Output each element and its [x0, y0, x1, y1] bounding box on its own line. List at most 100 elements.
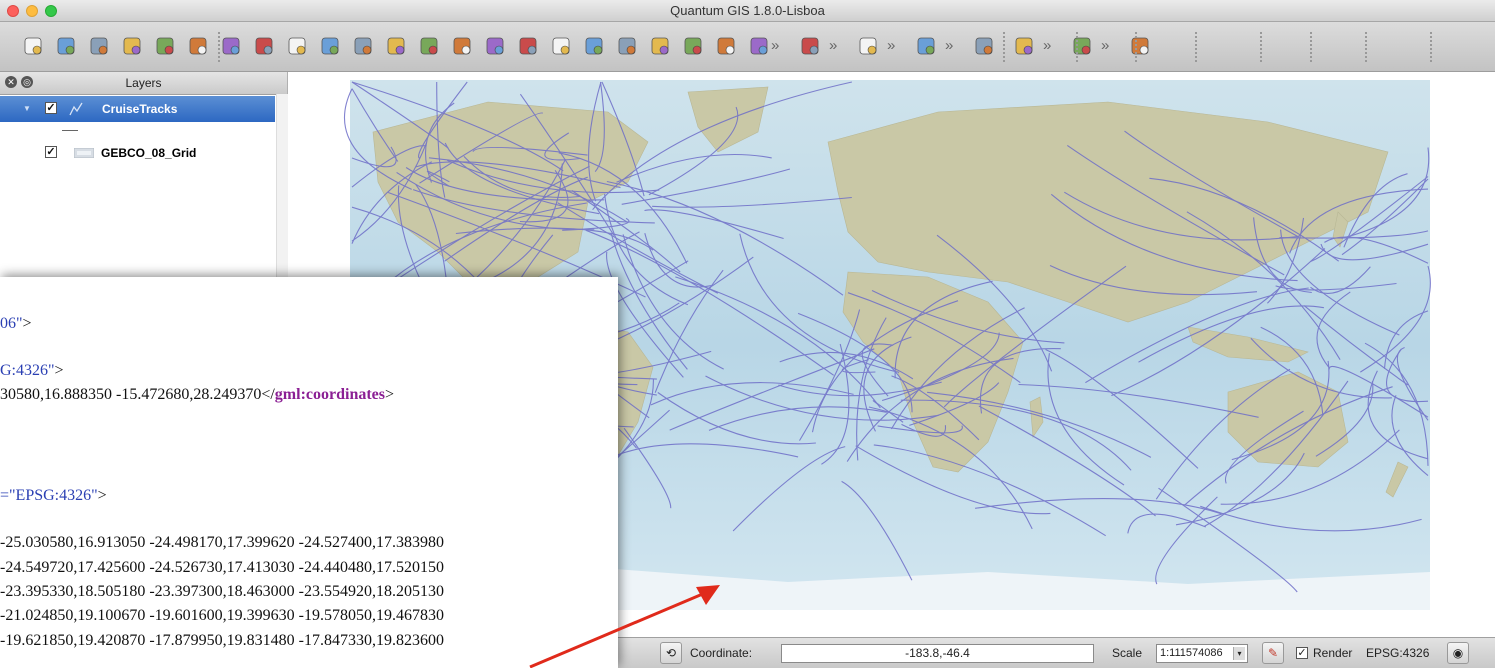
- pan-map-icon[interactable]: [855, 33, 881, 59]
- layer-visibility-checkbox[interactable]: ✓: [45, 102, 57, 114]
- annotation-arrow-icon: [529, 585, 720, 668]
- add-wfs-layer-icon[interactable]: [416, 33, 442, 59]
- coordinate-field[interactable]: -183.8,-46.4: [781, 644, 1094, 663]
- delete-selected-icon[interactable]: [680, 33, 706, 59]
- xml-line: -25.030580,16.913050 -24.498170,17.39962…: [0, 534, 444, 552]
- panel-scrollbar[interactable]: [276, 94, 288, 282]
- toolbar-separator: [1310, 32, 1312, 62]
- add-vector-layer-icon[interactable]: [218, 33, 244, 59]
- window-title: Quantum GIS 1.8.0-Lisboa: [670, 3, 825, 18]
- toolbar-separator: [1003, 32, 1005, 62]
- xml-line: 30580,16.888350 -15.472680,28.249370</gm…: [0, 386, 394, 404]
- add-wms-layer-icon[interactable]: [383, 33, 409, 59]
- new-project-icon[interactable]: [20, 33, 46, 59]
- line-symbol-preview: [62, 130, 78, 131]
- add-feature-icon[interactable]: [581, 33, 607, 59]
- layers-panel-header: ✕ ◎ Layers: [0, 72, 287, 95]
- save-edits-icon[interactable]: [548, 33, 574, 59]
- print-icon[interactable]: [185, 33, 211, 59]
- close-window-icon[interactable]: [7, 5, 19, 17]
- xml-line: -24.549720,17.425600 -24.526730,17.41303…: [0, 559, 444, 577]
- xml-line: -23.395330,18.505180 -23.397300,18.46300…: [0, 583, 444, 601]
- xml-token: >: [54, 362, 64, 379]
- xml-token: -25.030580,16.913050 -24.498170,17.39962…: [0, 534, 444, 551]
- close-panel-icon[interactable]: ✕: [5, 76, 17, 88]
- xml-line: ="EPSG:4326">: [0, 487, 107, 505]
- xml-token: ="EPSG:4326": [0, 487, 98, 504]
- line-layer-icon: [69, 102, 83, 116]
- toolbar-overflow-icon[interactable]: »: [1043, 37, 1051, 54]
- toggle-editing-icon[interactable]: [515, 33, 541, 59]
- float-panel-icon[interactable]: ◎: [21, 76, 33, 88]
- toolbar-overflow-icon[interactable]: »: [887, 37, 895, 54]
- node-tool-icon[interactable]: [647, 33, 673, 59]
- xml-token: >: [385, 386, 395, 403]
- toolbar-separator: [1076, 32, 1078, 62]
- crs-label[interactable]: EPSG:4326: [1366, 646, 1429, 660]
- add-raster-layer-icon[interactable]: [251, 33, 277, 59]
- toolbar-overflow-icon[interactable]: »: [1101, 37, 1109, 54]
- plugin-icon[interactable]: [1127, 33, 1153, 59]
- toolbar-separator: [1260, 32, 1262, 62]
- measure-icon[interactable]: [971, 33, 997, 59]
- toolbar-separator: [1365, 32, 1367, 62]
- xml-token: gml:coordinates: [274, 386, 385, 403]
- xml-token: 30580,16.888350 -15.472680,28.249370</: [0, 386, 275, 403]
- layer-item-cruisetracks[interactable]: ▼ ✓ CruiseTracks: [0, 96, 275, 122]
- layer-name: CruiseTracks: [102, 102, 178, 116]
- save-project-icon[interactable]: [86, 33, 112, 59]
- xml-token: -21.024850,19.100670 -19.601600,19.39963…: [0, 607, 444, 624]
- layer-visibility-checkbox[interactable]: ✓: [45, 146, 57, 158]
- undo-icon[interactable]: [797, 33, 823, 59]
- layer-item-gebco[interactable]: ✓ GEBCO_08_Grid: [0, 140, 275, 166]
- xml-token: -24.549720,17.425600 -24.526730,17.41303…: [0, 559, 444, 576]
- xml-line: G:4326">: [0, 362, 64, 380]
- minimize-window-icon[interactable]: [26, 5, 38, 17]
- zoom-window-icon[interactable]: [45, 5, 57, 17]
- xml-token: -19.621850,19.420870 -17.879950,19.83148…: [0, 632, 444, 649]
- toolbar-overflow-icon[interactable]: »: [771, 37, 779, 54]
- toolbar-separator: [1430, 32, 1432, 62]
- toolbar-separator: [218, 32, 220, 62]
- scale-value: 1:111574086: [1160, 647, 1223, 659]
- xml-token: 06": [0, 315, 23, 332]
- toolbar-separator: [1195, 32, 1197, 62]
- xml-token: >: [97, 487, 107, 504]
- collapse-arrow-icon[interactable]: ▼: [23, 104, 31, 113]
- remove-layer-icon[interactable]: [482, 33, 508, 59]
- print-composer-icon[interactable]: [152, 33, 178, 59]
- render-label: Render: [1313, 646, 1353, 660]
- main-toolbar: » » » » » »: [0, 22, 1495, 72]
- add-spatialite-layer-icon[interactable]: [317, 33, 343, 59]
- xml-line: -21.024850,19.100670 -19.601600,19.39963…: [0, 607, 444, 625]
- label-icon[interactable]: [1069, 33, 1095, 59]
- copy-features-icon[interactable]: [746, 33, 772, 59]
- move-feature-icon[interactable]: [614, 33, 640, 59]
- cut-features-icon[interactable]: [713, 33, 739, 59]
- add-mssql-layer-icon[interactable]: [350, 33, 376, 59]
- xml-token: G:4326": [0, 362, 55, 379]
- xml-line: -19.621850,19.420870 -17.879950,19.83148…: [0, 632, 444, 650]
- toolbar-overflow-icon[interactable]: »: [829, 37, 837, 54]
- crs-status-icon[interactable]: ◉: [1447, 642, 1469, 664]
- new-shapefile-icon[interactable]: [449, 33, 475, 59]
- xml-token: >: [22, 315, 32, 332]
- title-bar: Quantum GIS 1.8.0-Lisboa: [0, 0, 1495, 22]
- render-checkbox[interactable]: ✓: [1296, 647, 1308, 659]
- toolbar-overflow-icon[interactable]: »: [945, 37, 953, 54]
- scale-combo[interactable]: 1:111574086 ▾: [1156, 644, 1248, 663]
- toolbar-separator: [1135, 32, 1137, 62]
- identify-icon[interactable]: [913, 33, 939, 59]
- save-as-icon[interactable]: [119, 33, 145, 59]
- select-icon[interactable]: [1011, 33, 1037, 59]
- xml-token: -23.395330,18.505180 -23.397300,18.46300…: [0, 583, 444, 600]
- open-project-icon[interactable]: [53, 33, 79, 59]
- stop-render-icon[interactable]: ✎: [1262, 642, 1284, 664]
- layers-panel: ✕ ◎ Layers ▼ ✓ CruiseTracks ✓ GEBCO_08_G…: [0, 72, 288, 282]
- layer-name: GEBCO_08_Grid: [101, 146, 197, 160]
- raster-layer-icon: [74, 148, 94, 158]
- layers-panel-title: Layers: [125, 76, 162, 90]
- qgis-window: Quantum GIS 1.8.0-Lisboa » » » » » » ✕ ◎ Laye…: [0, 0, 1495, 668]
- scale-dropdown-icon[interactable]: ▾: [1233, 647, 1245, 660]
- add-postgis-layer-icon[interactable]: [284, 33, 310, 59]
